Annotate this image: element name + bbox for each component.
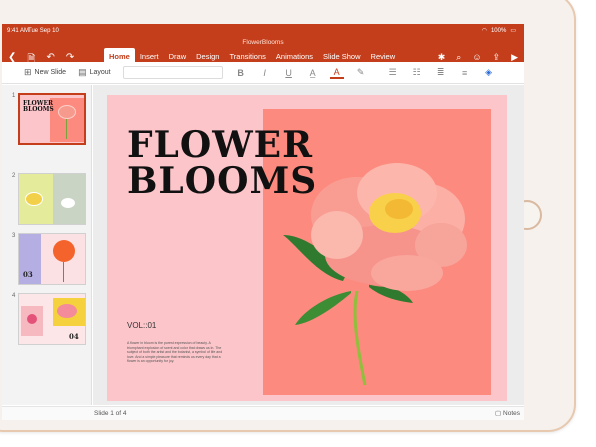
notes-label: Notes [503,410,520,417]
thumbnail-number: 4 [12,293,16,299]
thumbnail-3[interactable]: 3 03 [6,233,88,291]
volume-label[interactable]: VOL::01 [127,321,156,330]
slide-title-line-1: FLOWER [127,124,314,166]
italic-button[interactable]: I [253,68,277,78]
document-title: FlowerBlooms [242,39,284,46]
font-color-icon[interactable]: A [329,67,344,79]
thumbnail-label: 03 [23,270,33,279]
slide-title-line-2: BLOOMS [127,160,318,202]
highlight-icon[interactable]: ✎ [349,67,373,78]
status-time: 9:41 AM [7,28,30,34]
underline-button[interactable]: U [277,68,301,78]
indent-icon[interactable]: ≣ [429,67,453,78]
new-slide-button[interactable]: ⊞ New Slide [18,67,72,78]
thumbnail-image: 04 [18,293,86,345]
layout-icon: ▤ [78,67,87,77]
bold-button[interactable]: B [229,68,253,78]
numbering-icon[interactable]: ☷ [405,67,429,78]
align-icon[interactable]: ≡ [453,68,477,78]
thumbnail-number: 1 [12,93,16,99]
thumbnail-image: 03 [18,233,86,285]
battery-percent: 100% [490,28,507,34]
new-slide-icon: ⊞ [24,67,32,77]
thumbnail-image: FLOWER BLOOMS [18,93,86,145]
notes-icon: ▢ [495,410,502,417]
thumbnail-label: 04 [69,332,79,341]
current-slide[interactable]: FLOWER BLOOMS VOL::01 A flower in bloom … [107,95,507,401]
wifi-icon: ◠ [481,28,487,34]
thumbnail-image [18,173,86,225]
thumbnail-1[interactable]: 1 FLOWER BLOOMS [6,93,88,151]
layout-label: Layout [89,69,111,76]
text-effects-icon[interactable]: A̲ [301,68,325,78]
bullets-icon[interactable]: ☰ [381,67,405,78]
thumbnail-2[interactable]: 2 [6,173,88,231]
thumbnail-number: 2 [12,173,16,179]
slide-title[interactable]: FLOWER BLOOMS [127,127,317,199]
layout-button[interactable]: ▤ Layout [72,67,117,78]
slide-canvas: FLOWER BLOOMS VOL::01 A flower in bloom … [93,85,524,405]
thumbnail-4[interactable]: 4 04 [6,293,88,351]
new-slide-label: New Slide [34,69,67,76]
slide-thumbnails: 1 FLOWER BLOOMS 2 3 03 4 04 [2,85,92,405]
status-footer: Slide 1 of 4 ▢ Notes [2,406,524,420]
status-date: Tue Sep 10 [28,28,59,34]
notes-button[interactable]: ▢ Notes [495,407,520,420]
thumbnail-number: 3 [12,233,16,239]
battery-icon: ▭ [510,28,516,34]
font-name-field[interactable] [122,66,223,79]
screen: 9:41 AM Tue Sep 10 ◠ 100% ▭ FlowerBlooms… [2,24,524,420]
slide-count: Slide 1 of 4 [94,410,127,417]
status-right: ◠ 100% ▭ [482,24,516,38]
status-bar: 9:41 AM Tue Sep 10 ◠ 100% ▭ [2,24,524,38]
thumbnail-title: FLOWER BLOOMS [23,100,54,113]
shapes-icon[interactable]: ◈ [477,67,501,78]
home-toolbar: ⊞ New Slide ▤ Layout B I U A̲ A ✎ ☰ ☷ ≣ … [2,62,524,84]
slide-body-text[interactable]: A flower in bloom is the purest expressi… [127,341,227,364]
